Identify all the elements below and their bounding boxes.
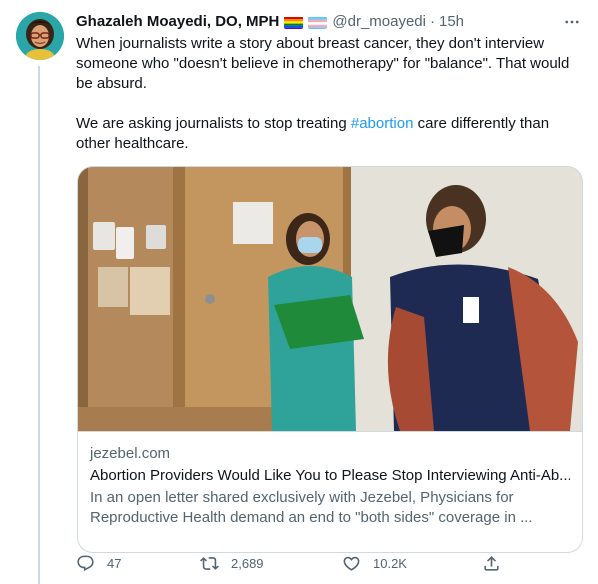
tweet-content: Ghazaleh Moayedi, DO, MPH @dr_moayedi · … [76, 12, 584, 553]
separator-dot: · [429, 13, 435, 30]
card-domain: jezebel.com [90, 445, 171, 462]
paragraph-text-before: We are asking journalists to stop treati… [76, 115, 351, 132]
avatar[interactable] [16, 12, 64, 60]
more-icon[interactable] [560, 12, 584, 32]
reply-count: 47 [107, 555, 122, 571]
reply-icon [77, 555, 94, 571]
card-body: jezebel.com Abortion Providers Would Lik… [78, 431, 582, 528]
retweet-count: 2,689 [231, 555, 264, 571]
like-count: 10.2K [373, 555, 407, 571]
card-description: In an open letter shared exclusively wit… [90, 489, 533, 526]
tweet-header: Ghazaleh Moayedi, DO, MPH @dr_moayedi · … [76, 12, 584, 32]
transgender-flag-icon [308, 16, 328, 29]
author-handle[interactable]: @dr_moayedi [332, 12, 426, 32]
tweet-paragraph-1: When journalists write a story about bre… [76, 35, 570, 92]
card-image[interactable] [78, 167, 582, 431]
card-title[interactable]: Abortion Providers Would Like You to Ple… [90, 466, 570, 486]
author-name[interactable]: Ghazaleh Moayedi, DO, MPH [76, 12, 279, 32]
like-button[interactable]: 10.2K [342, 551, 407, 575]
timestamp[interactable]: 15h [439, 12, 464, 32]
retweet-button[interactable]: 2,689 [200, 551, 264, 575]
heart-icon [343, 556, 360, 571]
reply-button[interactable]: 47 [76, 551, 121, 575]
hashtag-link[interactable]: #abortion [351, 115, 414, 132]
share-icon [484, 555, 499, 571]
tweet-actions: 47 2,689 10.2K [76, 551, 506, 575]
thread-line [38, 66, 40, 584]
rainbow-pride-flag-icon [284, 16, 304, 29]
tweet-text: When journalists write a story about bre… [76, 34, 584, 154]
retweet-icon [200, 556, 219, 570]
link-card[interactable]: jezebel.com Abortion Providers Would Lik… [77, 166, 583, 553]
avatar-illustration [16, 12, 64, 60]
share-button[interactable] [482, 551, 501, 575]
tweet-paragraph-2: We are asking journalists to stop treati… [76, 114, 584, 154]
